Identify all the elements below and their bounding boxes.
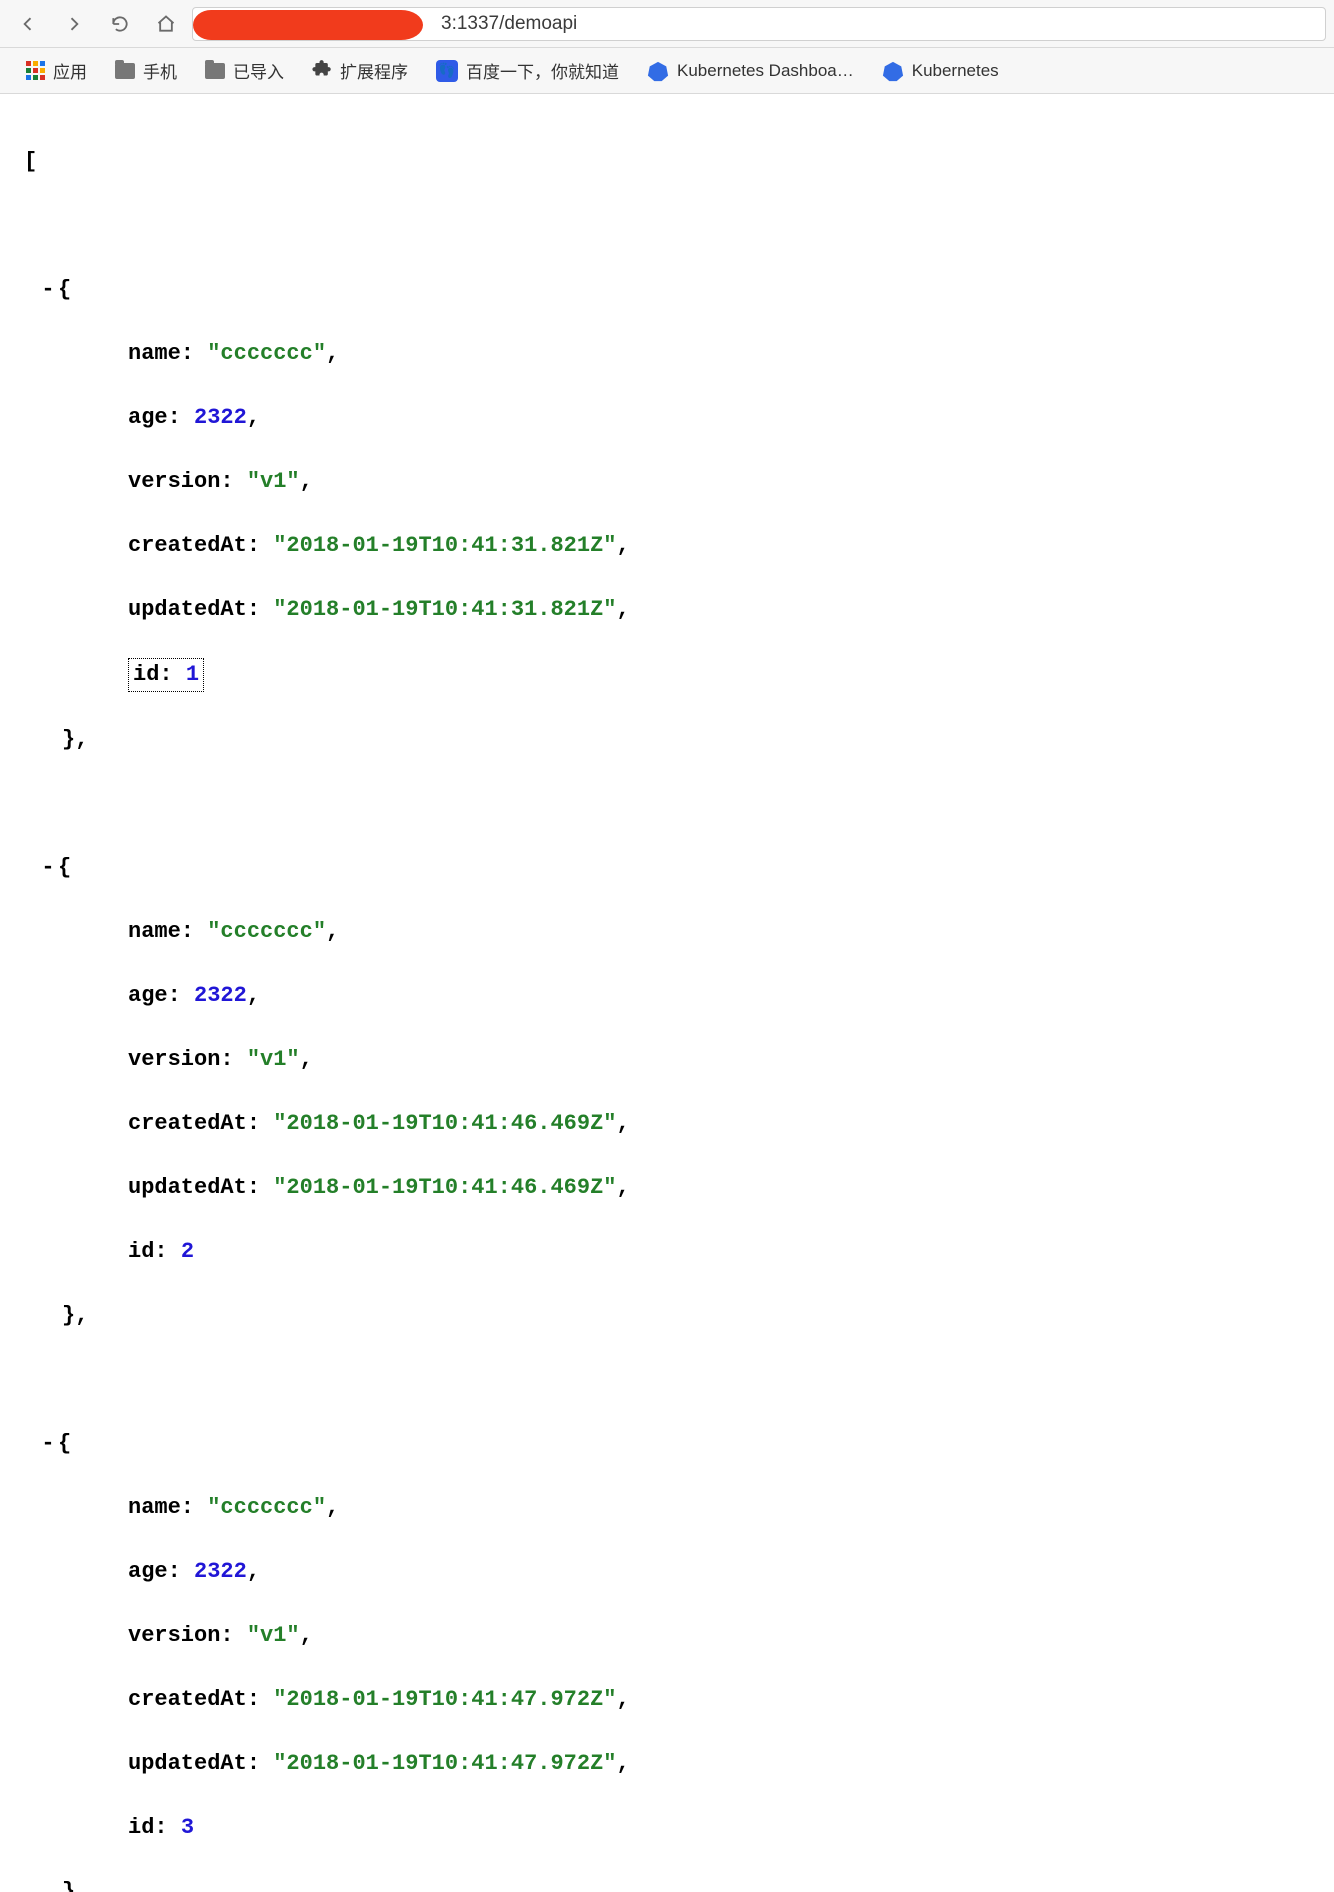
bookmark-extensions[interactable]: 扩展程序	[300, 54, 420, 87]
reload-button[interactable]	[100, 6, 140, 42]
json-row-id: id: 2	[24, 1236, 1320, 1268]
bookmark-label: 应用	[53, 58, 87, 83]
json-object-open: -{	[24, 852, 1320, 884]
reload-icon	[110, 14, 130, 34]
json-object-close: },	[24, 724, 1320, 756]
bookmark-label: 扩展程序	[340, 58, 408, 83]
json-open-bracket: [	[24, 146, 1320, 178]
bookmark-label: 手机	[143, 58, 177, 83]
baidu-icon: 👣	[436, 60, 458, 82]
json-viewer: [ -{ name: "ccccccc", age: 2322, version…	[0, 94, 1334, 1892]
bookmark-baidu[interactable]: 👣 百度一下，你就知道	[424, 54, 631, 87]
bookmark-folder-imported[interactable]: 已导入	[193, 54, 296, 87]
bookmark-label: 已导入	[233, 58, 284, 83]
collapse-toggle[interactable]: -	[38, 274, 58, 306]
json-row-age: age: 2322,	[24, 980, 1320, 1012]
json-row-version: version: "v1",	[24, 1044, 1320, 1076]
kubernetes-icon	[882, 60, 904, 82]
json-row-name: name: "ccccccc",	[24, 916, 1320, 948]
json-row-updatedat: updatedAt: "2018-01-19T10:41:47.972Z",	[24, 1748, 1320, 1780]
bookmark-label: 百度一下，你就知道	[466, 58, 619, 83]
home-button[interactable]	[146, 6, 186, 42]
json-row-version: version: "v1",	[24, 466, 1320, 498]
bookmark-apps[interactable]: 应用	[14, 54, 99, 87]
bookmarks-bar: 应用 手机 已导入 扩展程序 👣 百度一下，你就知道 Kubernetes Da…	[0, 48, 1334, 94]
json-row-updatedat: updatedAt: "2018-01-19T10:41:46.469Z",	[24, 1172, 1320, 1204]
arrow-left-icon	[18, 14, 38, 34]
bookmark-label: Kubernetes Dashboa…	[677, 61, 854, 81]
json-row-age: age: 2322,	[24, 1556, 1320, 1588]
browser-toolbar: i 3:1337/demoapi	[0, 0, 1334, 48]
json-object-open: -{	[24, 274, 1320, 306]
json-object-close: },	[24, 1300, 1320, 1332]
json-row-version: version: "v1",	[24, 1620, 1320, 1652]
json-row-age: age: 2322,	[24, 402, 1320, 434]
json-row-id: id: 1	[24, 658, 1320, 692]
bookmark-folder-mobile[interactable]: 手机	[103, 54, 189, 87]
collapse-toggle[interactable]: -	[38, 852, 58, 884]
apps-grid-icon	[26, 61, 45, 80]
json-object-close: },	[24, 1876, 1320, 1892]
json-row-name: name: "ccccccc",	[24, 338, 1320, 370]
json-object-open: -{	[24, 1428, 1320, 1460]
kubernetes-icon	[647, 60, 669, 82]
forward-button[interactable]	[54, 6, 94, 42]
json-row-createdat: createdAt: "2018-01-19T10:41:46.469Z",	[24, 1108, 1320, 1140]
json-row-updatedat: updatedAt: "2018-01-19T10:41:31.821Z",	[24, 594, 1320, 626]
json-row-createdat: createdAt: "2018-01-19T10:41:47.972Z",	[24, 1684, 1320, 1716]
folder-icon	[205, 63, 225, 79]
folder-icon	[115, 63, 135, 79]
back-button[interactable]	[8, 6, 48, 42]
json-row-createdat: createdAt: "2018-01-19T10:41:31.821Z",	[24, 530, 1320, 562]
json-id-highlight[interactable]: id: 1	[128, 658, 204, 692]
json-row-id: id: 3	[24, 1812, 1320, 1844]
bookmark-k8s[interactable]: Kubernetes	[870, 56, 1011, 86]
arrow-right-icon	[64, 14, 84, 34]
puzzle-icon	[312, 58, 332, 83]
redaction-mark	[193, 10, 423, 40]
bookmark-label: Kubernetes	[912, 61, 999, 81]
home-icon	[156, 14, 176, 34]
address-bar[interactable]: i 3:1337/demoapi	[192, 7, 1326, 41]
bookmark-k8s-dashboard[interactable]: Kubernetes Dashboa…	[635, 56, 866, 86]
json-row-name: name: "ccccccc",	[24, 1492, 1320, 1524]
collapse-toggle[interactable]: -	[38, 1428, 58, 1460]
